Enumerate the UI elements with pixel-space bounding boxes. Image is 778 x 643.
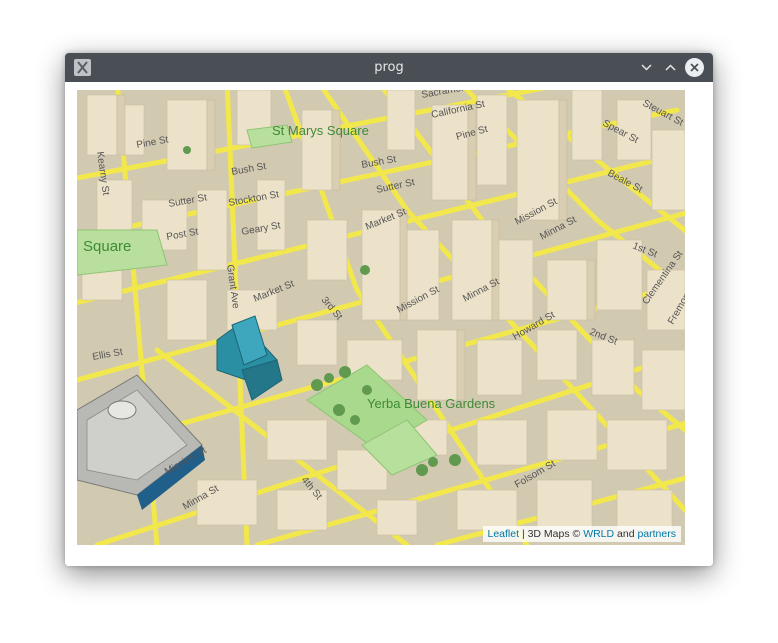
map-canvas[interactable]: St Marys Square Yerba Buena Gardens Squa… bbox=[77, 90, 685, 545]
leaflet-link[interactable]: Leaflet bbox=[488, 528, 520, 540]
attribution-text: | 3D Maps © bbox=[519, 528, 584, 540]
chevron-up-icon bbox=[665, 64, 676, 71]
close-button[interactable] bbox=[685, 58, 704, 77]
maximize-button[interactable] bbox=[661, 58, 680, 77]
map-attribution: Leaflet | 3D Maps © WRLD and partners bbox=[482, 526, 681, 542]
app-window: prog St Marys Square Yerba Buena Gardens… bbox=[65, 53, 713, 566]
park-label-yerba-buena: Yerba Buena Gardens bbox=[367, 396, 496, 411]
minimize-button[interactable] bbox=[637, 58, 656, 77]
map-view[interactable]: St Marys Square Yerba Buena Gardens Squa… bbox=[77, 90, 685, 545]
close-icon bbox=[690, 63, 699, 72]
title-bar[interactable]: prog bbox=[65, 53, 713, 82]
chevron-down-icon bbox=[641, 64, 652, 71]
attribution-and: and bbox=[614, 528, 638, 540]
park-label-square: Square bbox=[83, 238, 131, 255]
wrld-link[interactable]: WRLD bbox=[583, 528, 614, 540]
window-title: prog bbox=[374, 60, 404, 75]
park-label-st-marys: St Marys Square bbox=[272, 123, 369, 138]
partners-link[interactable]: partners bbox=[637, 528, 676, 540]
